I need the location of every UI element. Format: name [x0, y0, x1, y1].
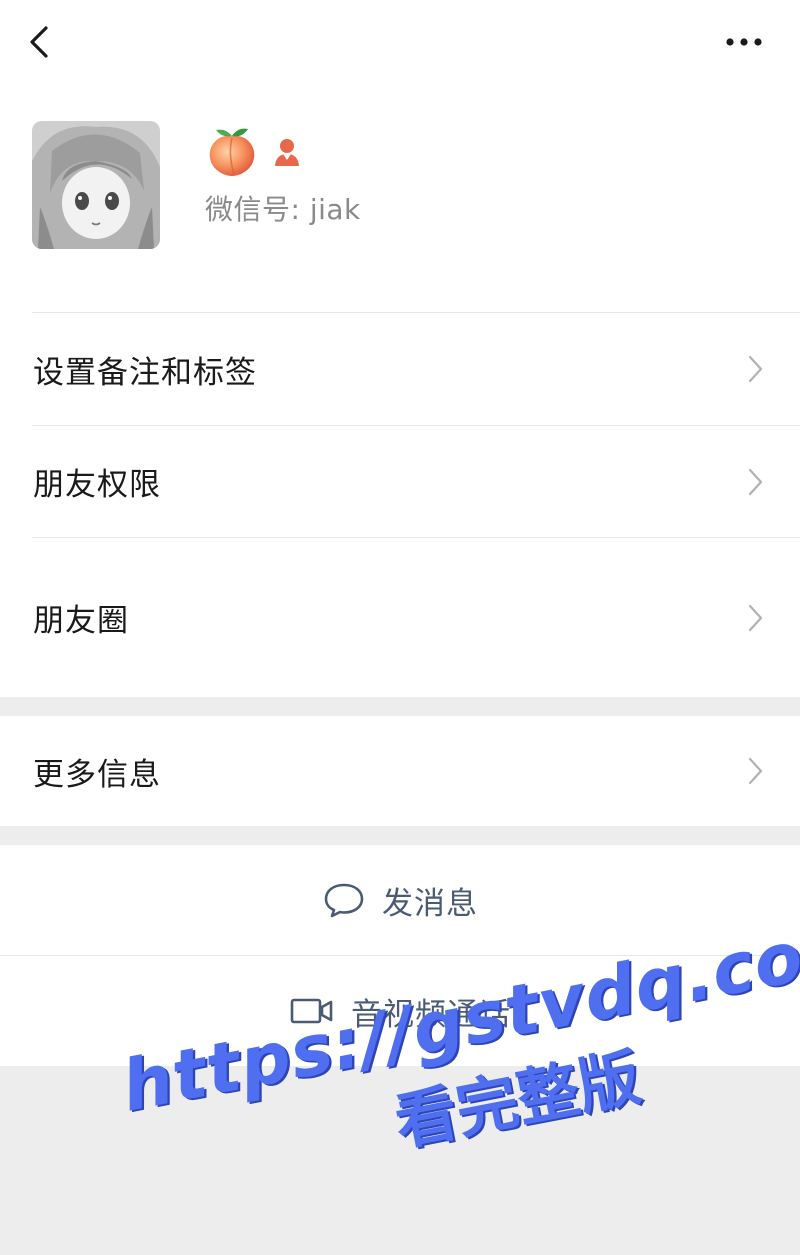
nickname-row: 🍑: [204, 124, 302, 180]
moments-label: 朋友圈: [33, 603, 129, 639]
chevron-right-icon: [748, 604, 763, 631]
chevron-left-icon: [30, 26, 48, 58]
friend-permissions-row[interactable]: 朋友权限: [0, 426, 800, 537]
remark-tags-row[interactable]: 设置备注和标签: [0, 313, 800, 425]
more-horizontal-icon: [726, 38, 762, 46]
chevron-right-icon: [748, 468, 763, 495]
av-call-label: 音视频通话: [351, 996, 511, 1033]
female-icon: [275, 139, 299, 166]
back-button[interactable]: [22, 20, 62, 64]
more-info-label: 更多信息: [33, 756, 161, 793]
friend-permissions-label: 朋友权限: [33, 467, 161, 503]
moments-row[interactable]: 朋友圈: [0, 538, 800, 697]
profile-section: 🍑 微信号: jiak 设置备注和标签 朋友权限 朋友圈: [0, 0, 800, 697]
wechat-id: 微信号: jiak: [205, 193, 361, 226]
contact-profile-page: 🍑 微信号: jiak 设置备注和标签 朋友权限 朋友圈 更多信息: [0, 0, 800, 1255]
chevron-right-icon: [748, 757, 763, 785]
anime-girl-avatar-image: [32, 121, 160, 249]
chat-bubble-icon: [324, 883, 364, 918]
wechat-id-blur: [370, 192, 440, 228]
send-message-button[interactable]: 发消息: [0, 845, 800, 955]
more-button[interactable]: [718, 24, 772, 60]
avatar[interactable]: [32, 121, 160, 249]
av-call-button[interactable]: 音视频通话: [0, 956, 800, 1066]
video-camera-icon: [290, 998, 333, 1024]
remark-tags-label: 设置备注和标签: [33, 354, 257, 391]
send-message-label: 发消息: [382, 885, 478, 922]
chevron-right-icon: [748, 355, 763, 383]
peach-emoji-icon: [209, 128, 255, 176]
more-info-row[interactable]: 更多信息: [0, 716, 800, 826]
